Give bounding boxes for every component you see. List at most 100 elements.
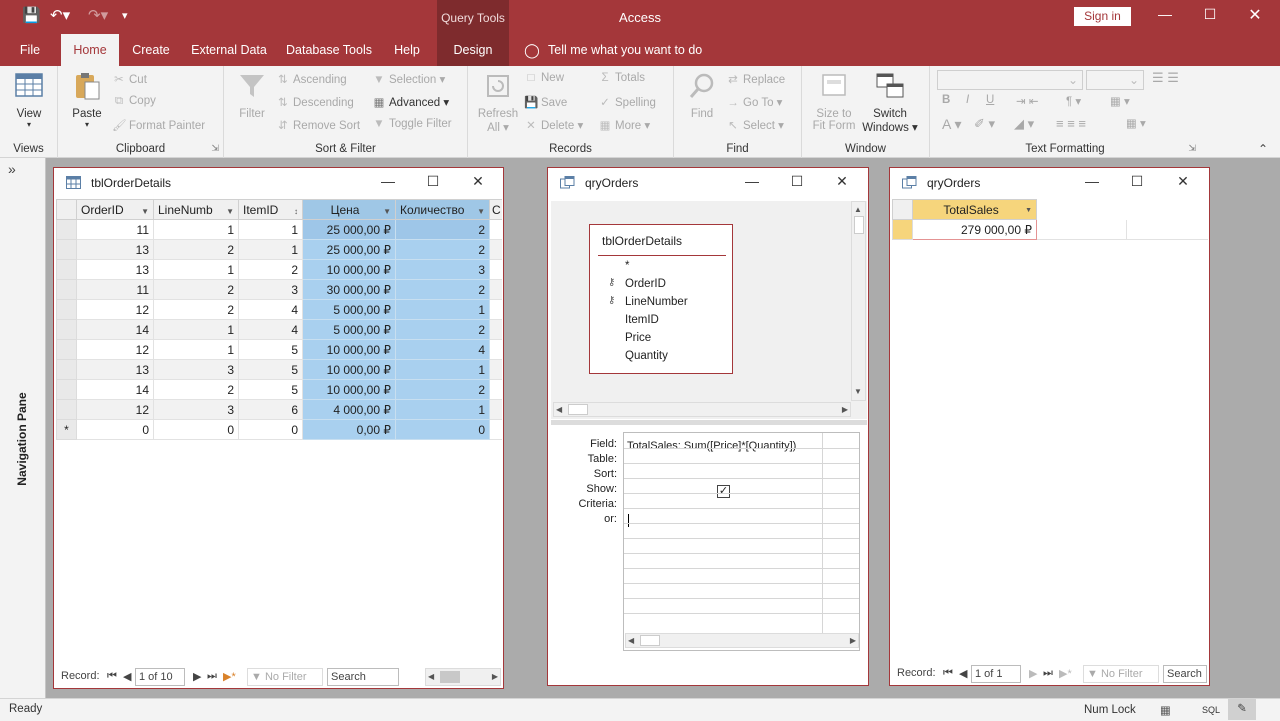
redo-icon[interactable]: ↷▾ bbox=[88, 6, 108, 24]
customize-qat-icon[interactable]: ▾ bbox=[122, 9, 128, 22]
scroll-up-icon[interactable]: ▲ bbox=[854, 203, 862, 217]
format-painter-button[interactable]: 🖌 Format Painter bbox=[112, 118, 205, 132]
quantity-cell[interactable]: 2 bbox=[395, 239, 490, 260]
query-design-window[interactable]: qryOrders — ☐ ✕ tblOrderDetails * ⚷ Orde… bbox=[547, 167, 869, 686]
totalsales-cell[interactable]: 279 000,00 ₽ bbox=[912, 219, 1037, 240]
tab-design[interactable]: Design bbox=[437, 34, 509, 66]
partial-cell[interactable] bbox=[489, 219, 502, 240]
maximize-icon[interactable]: ☐ bbox=[1195, 6, 1225, 23]
table-row[interactable]: 11 1 1 25 000,00 ₽2 bbox=[56, 219, 502, 240]
window-titlebar[interactable]: qryOrders — ☐ ✕ bbox=[548, 168, 868, 198]
quantity-cell[interactable]: 2 bbox=[395, 279, 490, 300]
expand-chevron-icon[interactable]: » bbox=[8, 161, 16, 177]
partial-cell[interactable] bbox=[489, 339, 502, 360]
price-cell[interactable]: 10 000,00 ₽ bbox=[302, 259, 396, 280]
close-icon[interactable]: ✕ bbox=[1171, 173, 1195, 190]
linenumber-cell[interactable]: 1 bbox=[153, 219, 239, 240]
goto-button[interactable]: → Go To ▾ bbox=[726, 95, 782, 109]
font-size-dropdown[interactable]: ⌄ bbox=[1086, 70, 1144, 90]
quantity-cell[interactable]: 2 bbox=[395, 319, 490, 340]
quantity-cell[interactable]: 0 bbox=[395, 419, 490, 440]
row-selector[interactable] bbox=[892, 219, 913, 240]
price-cell[interactable]: 4 000,00 ₽ bbox=[302, 399, 396, 420]
ascending-button[interactable]: ⇅ Ascending bbox=[276, 72, 347, 86]
datasheet[interactable]: OrderID ▼ LineNumb ▼ ItemID ↕ Цена ▼ Количес… bbox=[55, 198, 502, 666]
price-cell[interactable]: 10 000,00 ₽ bbox=[302, 359, 396, 380]
selection-button[interactable]: ▼ Selection ▾ bbox=[372, 72, 445, 86]
quantity-cell[interactable]: 2 bbox=[395, 219, 490, 240]
scroll-down-icon[interactable]: ▼ bbox=[854, 385, 862, 399]
column-header-orderid[interactable]: OrderID ▼ bbox=[76, 199, 154, 220]
partial-cell[interactable] bbox=[489, 239, 502, 260]
orderid-cell[interactable]: 0 bbox=[76, 419, 154, 440]
linenumber-cell[interactable]: 1 bbox=[153, 319, 239, 340]
table-window[interactable]: tblOrderDetails — ☐ ✕ OrderID ▼ LineNumb ▼… bbox=[53, 167, 504, 689]
tab-database-tools[interactable]: Database Tools bbox=[282, 34, 376, 66]
row-selector[interactable] bbox=[56, 399, 77, 420]
linenumber-cell[interactable]: 1 bbox=[153, 339, 239, 360]
itemid-cell[interactable]: 5 bbox=[238, 379, 303, 400]
maximize-icon[interactable]: ☐ bbox=[1125, 173, 1149, 190]
dialog-launcher-icon[interactable]: ⇲ bbox=[211, 143, 219, 154]
orderid-cell[interactable]: 11 bbox=[76, 279, 154, 300]
scroll-right-icon[interactable]: ▶ bbox=[842, 403, 848, 417]
italic-icon[interactable]: I bbox=[966, 94, 969, 106]
quantity-cell[interactable]: 1 bbox=[395, 299, 490, 320]
window-titlebar[interactable]: tblOrderDetails — ☐ ✕ bbox=[54, 168, 503, 198]
table-row[interactable]: 14 1 4 5 000,00 ₽2 bbox=[56, 319, 502, 340]
no-filter-button[interactable]: ▼ No Filter bbox=[247, 668, 323, 686]
row-selector[interactable] bbox=[56, 359, 77, 380]
row-selector[interactable] bbox=[56, 379, 77, 400]
alternate-row-color-icon[interactable]: ▦ ▾ bbox=[1126, 116, 1146, 130]
linenumber-cell[interactable]: 3 bbox=[153, 359, 239, 380]
table-pane[interactable]: tblOrderDetails * ⚷ OrderID ⚷ LineNumber… bbox=[551, 201, 867, 419]
size-to-fit-form-button[interactable]: Size to Fit Form bbox=[808, 70, 860, 132]
partial-cell[interactable] bbox=[489, 259, 502, 280]
row-selector[interactable] bbox=[56, 219, 77, 240]
price-cell[interactable]: 10 000,00 ₽ bbox=[302, 339, 396, 360]
first-record-icon[interactable]: ⏮ bbox=[943, 667, 953, 680]
design-grid[interactable]: TotalSales: Sum([Price]*[Quantity]) ✓ ◀ … bbox=[623, 432, 860, 651]
itemid-cell[interactable]: 4 bbox=[238, 299, 303, 320]
table-row[interactable]: 12 3 6 4 000,00 ₽1 bbox=[56, 399, 502, 420]
tab-file[interactable]: File bbox=[8, 34, 52, 66]
indent-icon[interactable]: ⇥ ⇤ bbox=[1016, 94, 1038, 108]
close-icon[interactable]: ✕ bbox=[830, 173, 854, 190]
row-selector[interactable] bbox=[56, 239, 77, 260]
datasheet-view-icon[interactable]: ▦ bbox=[1160, 703, 1171, 717]
orderid-cell[interactable]: 11 bbox=[76, 219, 154, 240]
partial-cell[interactable] bbox=[489, 419, 502, 440]
price-cell[interactable]: 30 000,00 ₽ bbox=[302, 279, 396, 300]
datasheet-grid[interactable]: OrderID ▼ LineNumb ▼ ItemID ↕ Цена ▼ Количес… bbox=[56, 199, 502, 440]
partial-cell[interactable] bbox=[489, 359, 502, 380]
select-all-cell[interactable] bbox=[56, 199, 77, 220]
first-record-icon[interactable]: ⏮ bbox=[107, 670, 117, 683]
partial-cell[interactable] bbox=[489, 299, 502, 320]
next-record-icon[interactable]: ▶ bbox=[1029, 667, 1037, 680]
quantity-cell[interactable]: 3 bbox=[395, 259, 490, 280]
scroll-left-icon[interactable]: ◀ bbox=[556, 403, 562, 417]
delete-record-button[interactable]: ✕ Delete ▾ bbox=[524, 118, 583, 132]
table-row[interactable]: 14 2 5 10 000,00 ₽2 bbox=[56, 379, 502, 400]
next-record-icon[interactable]: ▶ bbox=[193, 670, 201, 683]
field-item[interactable]: * bbox=[625, 260, 629, 272]
close-icon[interactable]: ✕ bbox=[466, 173, 490, 190]
copy-button[interactable]: ⧉ Copy bbox=[112, 95, 156, 108]
orderid-cell[interactable]: 13 bbox=[76, 239, 154, 260]
orderid-cell[interactable]: 13 bbox=[76, 259, 154, 280]
prev-record-icon[interactable]: ◀ bbox=[959, 667, 967, 680]
table-row[interactable]: 12 1 5 10 000,00 ₽4 bbox=[56, 339, 502, 360]
switch-windows-button[interactable]: Switch Windows ▾ bbox=[862, 70, 918, 134]
table-row[interactable]: 13 3 5 10 000,00 ₽1 bbox=[56, 359, 502, 380]
scroll-right-icon[interactable]: ▶ bbox=[492, 670, 498, 684]
field-item[interactable]: Price bbox=[625, 332, 651, 344]
refresh-all-button[interactable]: Refresh All ▾ bbox=[476, 70, 520, 134]
price-cell[interactable]: 5 000,00 ₽ bbox=[302, 319, 396, 340]
datasheet-grid[interactable]: TotalSales ▼ 279 000,00 ₽ bbox=[892, 199, 1208, 240]
save-record-button[interactable]: 💾 Save bbox=[524, 95, 567, 109]
price-cell[interactable]: 10 000,00 ₽ bbox=[302, 379, 396, 400]
linenumber-cell[interactable]: 2 bbox=[153, 279, 239, 300]
table-row[interactable]: 279 000,00 ₽ bbox=[892, 219, 1208, 240]
table-row[interactable]: 13 2 1 25 000,00 ₽2 bbox=[56, 239, 502, 260]
row-selector[interactable] bbox=[56, 259, 77, 280]
